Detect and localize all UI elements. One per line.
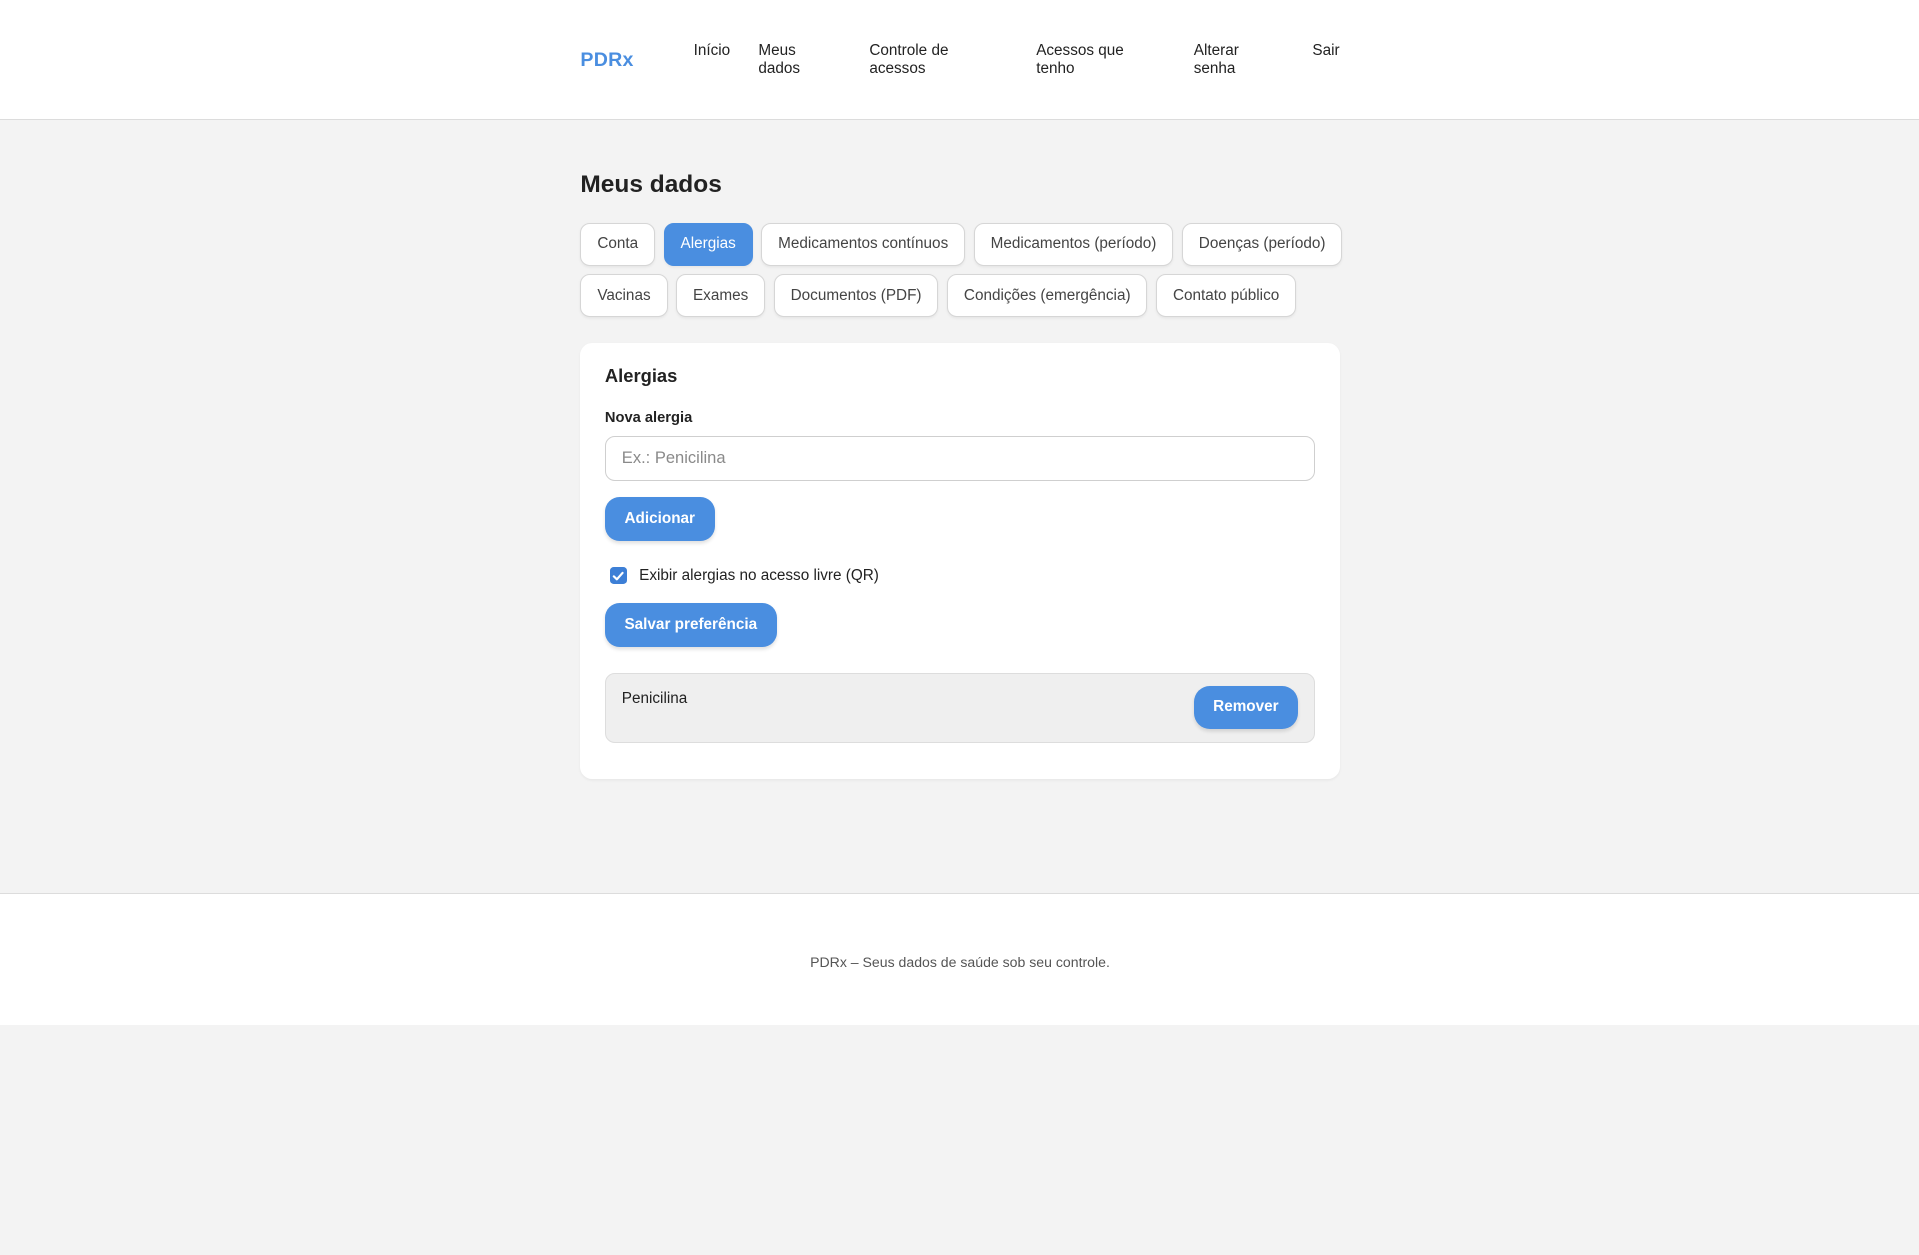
nav-link-alterar-senha[interactable]: Alterar senha [1194, 42, 1284, 78]
tab-doencas-periodo[interactable]: Doenças (período) [1181, 222, 1343, 266]
nav-link-meus-dados[interactable]: Meus dados [758, 42, 841, 78]
nav-link-sair[interactable]: Sair [1312, 42, 1339, 78]
footer-text: PDRx – Seus dados de saúde sob seu contr… [810, 953, 1110, 970]
add-allergy-button[interactable]: Adicionar [604, 496, 715, 541]
remove-allergy-button[interactable]: Remover [1193, 686, 1299, 729]
top-navbar: PDRx Início Meus dados Controle de acess… [0, 0, 1919, 120]
tab-bar: Conta Alergias Medicamentos contínuos Me… [580, 222, 1345, 317]
main-nav: Início Meus dados Controle de acessos Ac… [694, 42, 1340, 78]
tab-conta[interactable]: Conta [580, 222, 656, 266]
show-allergies-qr-label[interactable]: Exibir alergias no acesso livre (QR) [639, 567, 879, 585]
new-allergy-label: Nova alergia [604, 409, 693, 426]
tab-medicamentos-periodo[interactable]: Medicamentos (período) [973, 222, 1174, 266]
tab-vacinas[interactable]: Vacinas [580, 274, 668, 317]
brand-logo[interactable]: PDRx [580, 49, 633, 72]
show-allergies-qr-checkbox[interactable] [609, 567, 627, 585]
nav-link-controle-de-acessos[interactable]: Controle de acessos [869, 42, 1008, 78]
show-allergies-qr-option: Exibir alergias no acesso livre (QR) [605, 567, 1315, 585]
page: PDRx Início Meus dados Controle de acess… [0, 0, 1919, 1025]
tab-documentos-pdf[interactable]: Documentos (PDF) [773, 274, 939, 317]
tab-contato-publico[interactable]: Contato público [1156, 274, 1297, 317]
allergies-card: Alergias Nova alergia Adicionar Exibir a… [580, 342, 1340, 780]
check-icon [612, 571, 624, 580]
page-title: Meus dados [580, 171, 722, 199]
navbar-inner: PDRx Início Meus dados Controle de acess… [580, 0, 1339, 120]
main-content: Meus dados Conta Alergias Medicamentos c… [580, 120, 1343, 780]
allergy-name: Penicilina [621, 689, 688, 707]
new-allergy-input[interactable] [604, 435, 1316, 481]
tab-condicoes-emergencia[interactable]: Condições (emergência) [947, 274, 1148, 317]
card-title: Alergias [604, 364, 678, 386]
tab-alergias[interactable]: Alergias [663, 222, 753, 266]
list-item: Penicilina Remover [604, 672, 1316, 743]
tab-medicamentos-continuos[interactable]: Medicamentos contínuos [761, 222, 966, 266]
tab-exames[interactable]: Exames [676, 274, 766, 317]
nav-link-inicio[interactable]: Início [694, 42, 731, 78]
save-preference-button[interactable]: Salvar preferência [604, 603, 777, 648]
nav-link-acessos-que-tenho[interactable]: Acessos que tenho [1036, 42, 1165, 78]
page-footer: PDRx – Seus dados de saúde sob seu contr… [0, 892, 1919, 1025]
